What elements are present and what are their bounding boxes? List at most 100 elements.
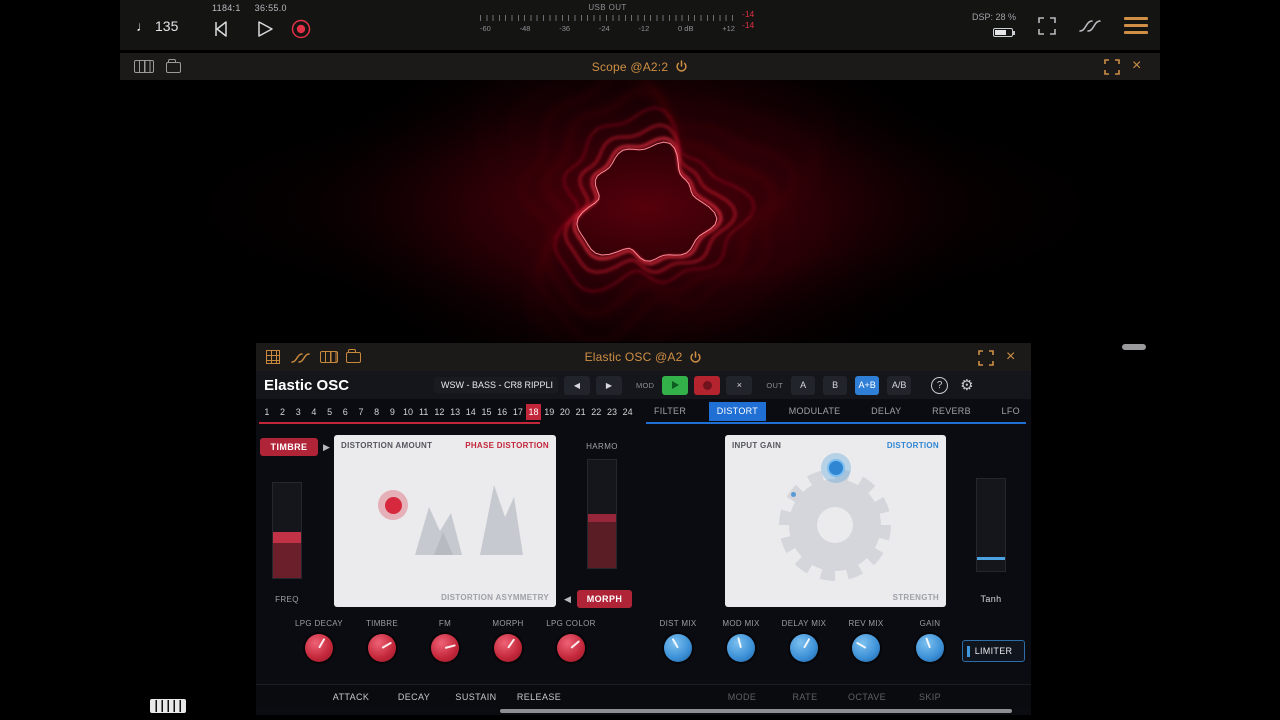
knob-dist-mix[interactable] <box>664 634 692 662</box>
phase-distortion-pad[interactable]: DISTORTION AMOUNT PHASE DISTORTION DISTO… <box>334 435 556 607</box>
step-5[interactable]: 5 <box>322 404 338 420</box>
step-21[interactable]: 21 <box>573 404 589 420</box>
tab-reverb[interactable]: REVERB <box>924 402 979 421</box>
step-4[interactable]: 4 <box>306 404 322 420</box>
tab-filter[interactable]: FILTER <box>646 402 694 421</box>
step-14[interactable]: 14 <box>463 404 479 420</box>
chevron-right-icon[interactable]: ▶ <box>323 442 330 453</box>
play-button[interactable] <box>254 18 274 40</box>
step-18[interactable]: 18 <box>525 404 542 420</box>
power-icon[interactable] <box>689 350 702 364</box>
routing-icon[interactable] <box>1078 18 1106 34</box>
out-button-a/b[interactable]: A/B <box>887 375 912 395</box>
close-icon[interactable]: × <box>1006 349 1015 365</box>
timbre-macro-button[interactable]: TIMBRE <box>260 438 318 456</box>
scope-scrollbar[interactable] <box>1122 344 1146 350</box>
mod-play-button[interactable] <box>662 375 689 395</box>
fullscreen-icon[interactable] <box>1038 17 1056 35</box>
step-6[interactable]: 6 <box>337 404 353 420</box>
plugin-scrollbar[interactable] <box>500 709 1012 713</box>
knob-rev-mix[interactable] <box>852 634 880 662</box>
morph-macro-button[interactable]: MORPH <box>577 590 632 608</box>
limiter-button[interactable]: LIMITER <box>962 640 1025 662</box>
keyboard-icon[interactable] <box>150 699 186 713</box>
pad1-cursor[interactable] <box>384 496 402 514</box>
fullscreen-icon[interactable] <box>1104 59 1120 75</box>
tab-delay[interactable]: DELAY <box>863 402 909 421</box>
step-16[interactable]: 16 <box>494 404 510 420</box>
env-label-sustain[interactable]: SUSTAIN <box>455 692 496 702</box>
knob-delay-mix[interactable] <box>790 634 818 662</box>
distortion-pad[interactable]: INPUT GAIN DISTORTION STRENGTH <box>725 435 946 607</box>
step-12[interactable]: 12 <box>432 404 448 420</box>
knob-lpg-color[interactable] <box>557 634 585 662</box>
seq-label-octave[interactable]: OCTAVE <box>848 692 886 702</box>
env-label-attack[interactable]: ATTACK <box>333 692 370 702</box>
step-22[interactable]: 22 <box>588 404 604 420</box>
freq-label: FREQ <box>275 595 299 604</box>
step-24[interactable]: 24 <box>620 404 636 420</box>
mod-clear-button[interactable]: × <box>726 375 753 395</box>
help-icon[interactable]: ? <box>931 376 949 394</box>
preset-display[interactable]: WSW - BASS - CR8 RIPPLI <box>434 377 558 393</box>
out-button-a[interactable]: A <box>791 375 816 395</box>
metronome-icon[interactable]: ♩ <box>136 18 150 34</box>
knob-morph[interactable] <box>494 634 522 662</box>
preset-prev-button[interactable]: ◀ <box>564 375 590 395</box>
preset-next-button[interactable]: ▶ <box>596 375 622 395</box>
chevron-left-icon[interactable]: ◀ <box>564 594 571 605</box>
position-time: 36:55.0 <box>254 3 287 13</box>
close-icon[interactable]: × <box>1132 58 1141 74</box>
tab-modulate[interactable]: MODULATE <box>781 402 849 421</box>
seq-label-mode[interactable]: MODE <box>728 692 757 702</box>
out-button-b[interactable]: B <box>823 375 848 395</box>
out-button-a+b[interactable]: A+B <box>855 375 880 395</box>
step-8[interactable]: 8 <box>369 404 385 420</box>
step-10[interactable]: 10 <box>400 404 416 420</box>
tanh-slider[interactable] <box>976 478 1006 572</box>
harmo-slider[interactable] <box>587 459 617 569</box>
step-17[interactable]: 17 <box>510 404 526 420</box>
fullscreen-icon[interactable] <box>978 350 994 366</box>
step-15[interactable]: 15 <box>479 404 495 420</box>
knob-mod-mix[interactable] <box>727 634 755 662</box>
mod-record-button[interactable] <box>694 375 721 395</box>
tempo-value[interactable]: 135 <box>155 18 178 34</box>
step-23[interactable]: 23 <box>604 404 620 420</box>
tab-lfo[interactable]: LFO <box>994 402 1028 421</box>
knob-lpg-decay[interactable] <box>305 634 333 662</box>
seq-label-rate[interactable]: RATE <box>793 692 818 702</box>
env-label-decay[interactable]: DECAY <box>398 692 430 702</box>
step-13[interactable]: 13 <box>447 404 463 420</box>
skip-to-start-button[interactable] <box>210 18 230 40</box>
knob-label: DELAY MIX <box>781 619 827 628</box>
meter-tick-label: -60 <box>480 24 491 33</box>
tab-underline <box>646 422 1026 424</box>
knob-label: LPG DECAY <box>295 619 343 628</box>
step-11[interactable]: 11 <box>416 404 432 420</box>
menu-icon[interactable] <box>1124 17 1148 38</box>
step-2[interactable]: 2 <box>275 404 291 420</box>
freq-slider[interactable] <box>272 482 302 579</box>
env-label-release[interactable]: RELEASE <box>517 692 561 702</box>
plugin-title: Elastic OSC @A2 <box>584 350 683 364</box>
tab-distort[interactable]: DISTORT <box>708 402 767 421</box>
step-19[interactable]: 19 <box>541 404 557 420</box>
step-1[interactable]: 1 <box>259 404 275 420</box>
seq-label-skip[interactable]: SKIP <box>919 692 941 702</box>
step-7[interactable]: 7 <box>353 404 369 420</box>
scope-display <box>120 80 1160 342</box>
knob-timbre[interactable] <box>368 634 396 662</box>
plugin-name: Elastic OSC <box>264 376 350 394</box>
knob-gain[interactable] <box>916 634 944 662</box>
step-20[interactable]: 20 <box>557 404 573 420</box>
knob-fm[interactable] <box>431 634 459 662</box>
record-button[interactable] <box>290 18 312 40</box>
meter-tick-label: +12 <box>722 24 735 33</box>
knob-label: FM <box>438 619 452 628</box>
step-9[interactable]: 9 <box>385 404 401 420</box>
step-3[interactable]: 3 <box>290 404 306 420</box>
pad2-cursor[interactable] <box>827 459 845 477</box>
gear-icon[interactable]: ⚙ <box>960 378 973 393</box>
power-icon[interactable] <box>675 60 688 73</box>
